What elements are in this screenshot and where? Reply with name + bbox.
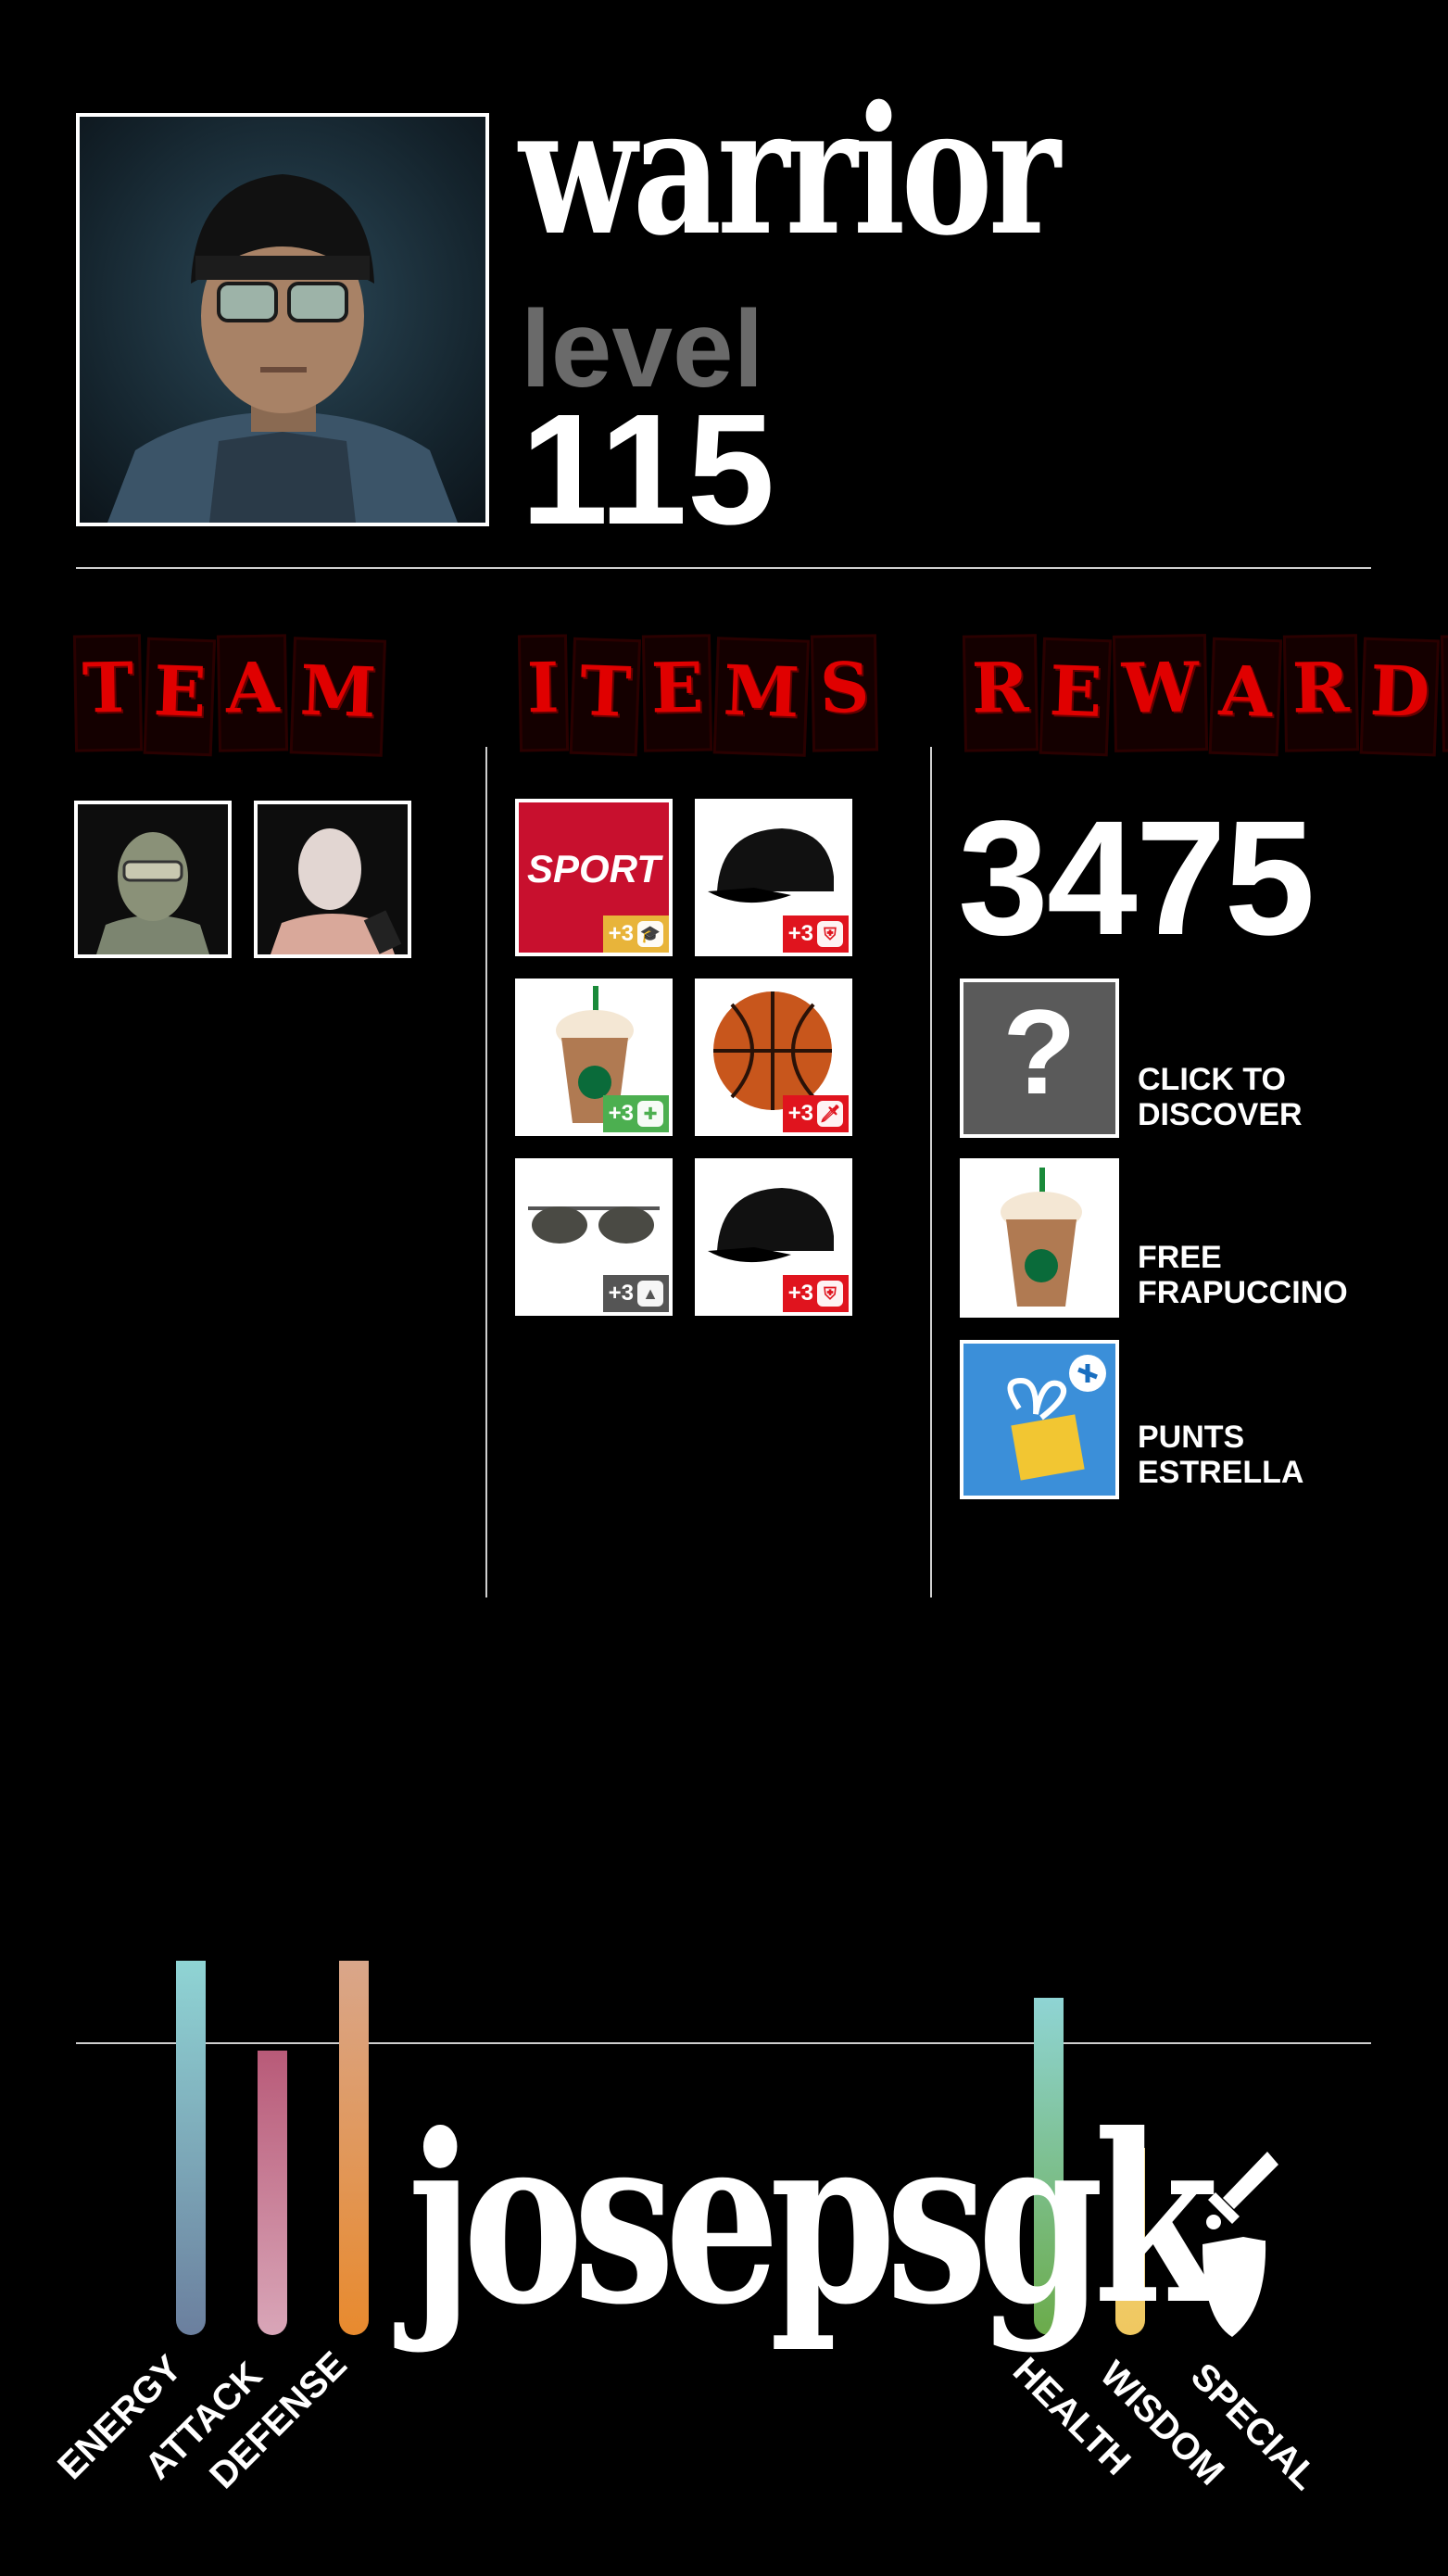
stats-baseline [76,2042,1371,2044]
reward-stars-tile[interactable] [960,1340,1119,1499]
item-sport-newspaper[interactable]: SPORT +3 🎓 [515,799,673,956]
item-bonus-badge: +3 ▲ [602,1275,669,1312]
team-heading: T E A M [72,634,386,757]
reward-label-stars[interactable]: PUNTS ESTRELLA [1138,1420,1379,1490]
question-mark-icon: ? [1002,984,1077,1119]
item-bonus-badge: +3 ✚ [602,1095,669,1132]
item-sunglasses[interactable]: +3 ▲ [515,1158,673,1316]
item-bonus-badge: +3 ⛨ [782,915,849,953]
reward-label-discover[interactable]: CLICK TO DISCOVER [1138,1062,1379,1132]
column-divider-right [930,747,932,1597]
frappuccino-cup-icon [1001,1168,1082,1307]
sunglasses-icon [528,1206,660,1244]
level-value: 115 [521,382,775,558]
item-black-cap[interactable]: +3 ⛨ [695,799,852,956]
header-divider [76,567,1371,569]
cap-icon [708,1188,834,1263]
column-divider-left [485,747,487,1597]
username: josepsgk [408,2083,1219,2355]
item-bonus-badge: +3 🎓 [602,915,669,953]
item-basketball[interactable]: +3 🗡 [695,979,852,1136]
reward-mystery-tile[interactable]: ? [960,979,1119,1138]
reward-label-frappuccino[interactable]: FREE FRAPUCCINO [1138,1240,1379,1310]
cap-icon [708,828,834,903]
sword-shield-icon [1195,2152,1288,2337]
sword-icon: 🗡 [817,1101,843,1127]
reward-points: 3475 [958,788,1316,969]
soldier-portrait-icon [107,174,458,523]
player-class-title: warrior [519,68,1061,274]
graduation-cap-icon: 🎓 [637,921,663,947]
team-member-soldier[interactable] [74,801,232,958]
gift-icon [1007,1355,1106,1481]
stat-bar-defense [339,1961,369,2335]
item-frappuccino[interactable]: +3 ✚ [515,979,673,1136]
team-member-bald-fighter[interactable] [254,801,411,958]
item-bonus-badge: +3 🗡 [782,1095,849,1132]
item-black-cap[interactable]: +3 ⛨ [695,1158,852,1316]
rewards-heading: R E W A R D S [962,634,1448,757]
item-bonus-badge: +3 ⛨ [782,1275,849,1312]
first-aid-icon: ✚ [637,1101,663,1127]
shield-icon: ⛨ [817,921,843,947]
up-arrow-icon: ▲ [637,1281,663,1307]
shield-icon: ⛨ [817,1281,843,1307]
sport-logo-text: SPORT [527,847,661,890]
stat-bar-attack [258,2051,287,2335]
reward-frappuccino-tile[interactable] [960,1158,1119,1318]
bald-fighter-icon [271,828,402,954]
items-heading: I T E M S [517,634,879,757]
stat-bar-energy [176,1961,206,2335]
player-avatar[interactable] [76,113,489,526]
masked-soldier-icon [96,832,209,954]
